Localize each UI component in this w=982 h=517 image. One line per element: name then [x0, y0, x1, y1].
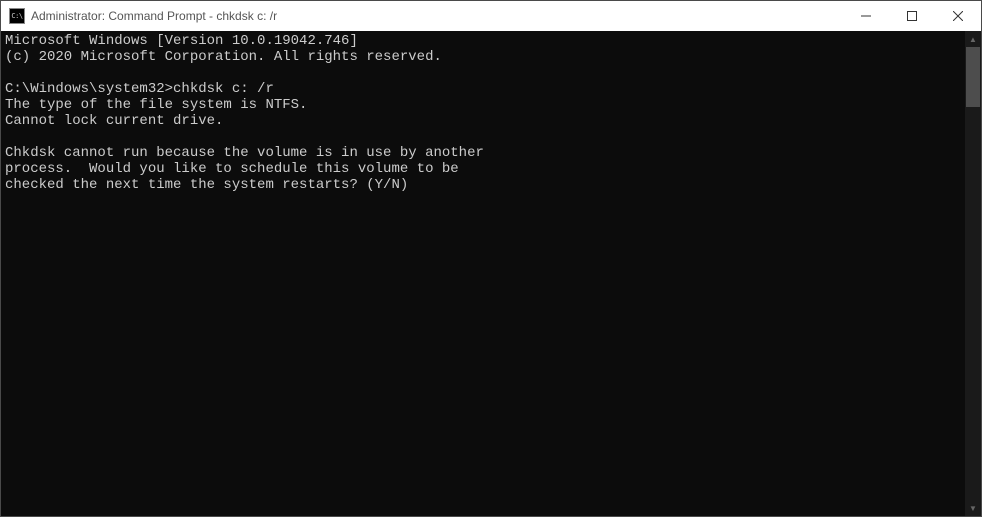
app-icon: C:\ — [9, 8, 25, 24]
close-button[interactable] — [935, 1, 981, 31]
minimize-button[interactable] — [843, 1, 889, 31]
output-line: checked the next time the system restart… — [5, 177, 408, 193]
terminal-area: Microsoft Windows [Version 10.0.19042.74… — [1, 31, 981, 516]
output-line: Microsoft Windows [Version 10.0.19042.74… — [5, 33, 358, 49]
output-line: process. Would you like to schedule this… — [5, 161, 459, 177]
output-line: (c) 2020 Microsoft Corporation. All righ… — [5, 49, 442, 65]
command-input: chkdsk c: /r — [173, 81, 274, 97]
window-title: Administrator: Command Prompt - chkdsk c… — [31, 9, 843, 23]
window-controls — [843, 1, 981, 31]
command-prompt-window: C:\ Administrator: Command Prompt - chkd… — [0, 0, 982, 517]
terminal-output[interactable]: Microsoft Windows [Version 10.0.19042.74… — [1, 31, 965, 516]
scroll-down-arrow-icon[interactable]: ▼ — [965, 500, 981, 516]
output-line: The type of the file system is NTFS. — [5, 97, 307, 113]
maximize-button[interactable] — [889, 1, 935, 31]
scrollbar-thumb[interactable] — [966, 47, 980, 107]
prompt-path: C:\Windows\system32> — [5, 81, 173, 97]
output-line: Cannot lock current drive. — [5, 113, 223, 129]
vertical-scrollbar[interactable]: ▲ ▼ — [965, 31, 981, 516]
scroll-up-arrow-icon[interactable]: ▲ — [965, 31, 981, 47]
titlebar[interactable]: C:\ Administrator: Command Prompt - chkd… — [1, 1, 981, 31]
output-line: Chkdsk cannot run because the volume is … — [5, 145, 484, 161]
